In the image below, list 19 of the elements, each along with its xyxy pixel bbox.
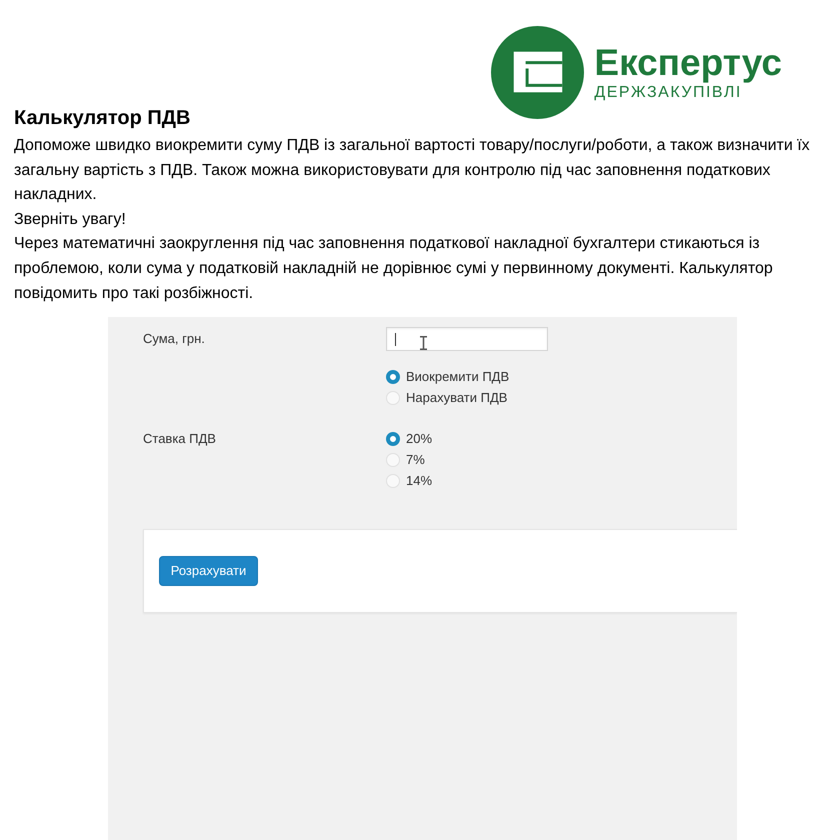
option-label[interactable]: Нарахувати ПДВ <box>406 390 508 406</box>
logo-name: Експертус <box>594 42 782 82</box>
option-label[interactable]: Виокремити ПДВ <box>406 368 510 385</box>
radio-button[interactable] <box>386 370 400 384</box>
amount-input[interactable] <box>386 327 548 352</box>
logo-icon <box>491 26 584 119</box>
option-label[interactable]: 20% <box>406 430 432 447</box>
field-label: Сума, грн. <box>143 331 205 346</box>
paragraph: Допоможе швидко виокремити суму ПДВ із загальної вартості товару/послуги/роботи, а також визначити їх загальну вартість з ПДВ. Також можна використовувати для контролю під час заповнення податкових накладних. <box>14 136 811 206</box>
calculate-button[interactable]: Розрахувати <box>159 556 258 586</box>
page-title: Калькулятор ПДВ <box>14 106 190 130</box>
field-label: Ставка ПДВ <box>143 430 216 447</box>
paragraph: Зверніть увагу! <box>14 210 127 230</box>
option-label[interactable]: 14% <box>406 472 432 489</box>
option-label[interactable]: 7% <box>406 452 425 468</box>
logo-tagline: ДЕРЖЗАКУПІВЛІ <box>594 83 743 102</box>
radio-button[interactable] <box>386 432 400 446</box>
paragraph: Через математичні заокруглення під час заповнення податкової накладної бухгалтери стикаються із проблемою, коли сума у податковій накладній не дорівнює сумі у первинному документі. Калькулятор повідомить про такі розбіжності. <box>14 234 774 304</box>
i-beam-cursor-icon <box>420 336 427 350</box>
